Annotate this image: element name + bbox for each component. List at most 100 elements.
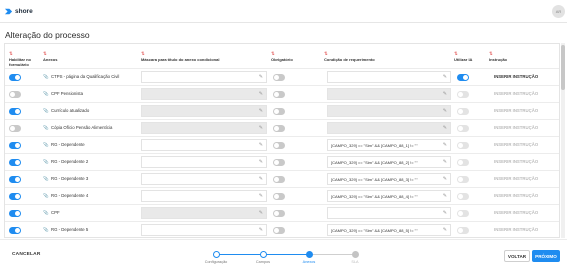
enable-toggle[interactable] <box>9 159 21 166</box>
insert-instruction-link[interactable]: INSERIR INSTRUÇÃO <box>494 74 538 79</box>
pencil-icon[interactable]: ✎ <box>259 193 263 200</box>
pencil-icon[interactable]: ✎ <box>443 193 447 200</box>
mask-input[interactable]: ✎ <box>141 71 267 83</box>
mask-input[interactable]: ✎ <box>141 139 267 151</box>
pencil-icon[interactable]: ✎ <box>443 108 447 115</box>
pencil-icon[interactable]: ✎ <box>259 142 263 149</box>
mask-input[interactable]: ✎ <box>141 224 267 236</box>
scrollbar-thumb[interactable] <box>561 45 565 90</box>
ai-toggle[interactable] <box>457 193 469 200</box>
enable-toggle[interactable] <box>9 227 21 234</box>
insert-instruction-link[interactable]: INSERIR INSTRUÇÃO <box>494 210 538 215</box>
enable-toggle[interactable] <box>9 74 21 81</box>
ai-toggle[interactable] <box>457 91 469 98</box>
step-dot[interactable] <box>260 251 267 258</box>
sort-icon[interactable]: ⇅ <box>141 51 261 56</box>
ai-toggle[interactable] <box>457 227 469 234</box>
step-dot[interactable] <box>352 251 359 258</box>
required-toggle[interactable] <box>273 159 285 166</box>
pencil-icon[interactable]: ✎ <box>259 227 263 234</box>
sort-icon[interactable]: ⇅ <box>9 51 39 56</box>
brand-logo[interactable]: shore <box>4 7 33 16</box>
enable-toggle[interactable] <box>9 91 21 98</box>
next-button[interactable]: PRÓXIMO <box>532 250 560 262</box>
pencil-icon[interactable]: ✎ <box>443 227 447 234</box>
sort-icon[interactable]: ⇅ <box>43 51 133 56</box>
mask-input[interactable]: ✎ <box>141 190 267 202</box>
required-toggle[interactable] <box>273 125 285 132</box>
insert-instruction-link[interactable]: INSERIR INSTRUÇÃO <box>494 108 538 113</box>
pencil-icon[interactable]: ✎ <box>259 91 263 98</box>
sort-icon[interactable]: ⇅ <box>454 51 484 56</box>
attachment-name: RG - Dependente <box>51 142 85 147</box>
condition-input[interactable]: [CAMPO_329] == "Sim" && [CAMPO_88_1] != … <box>327 139 451 151</box>
insert-instruction-link[interactable]: INSERIR INSTRUÇÃO <box>494 91 538 96</box>
enable-toggle[interactable] <box>9 210 21 217</box>
condition-input[interactable]: [CAMPO_329] == "Sim" && [CAMPO_88_3] != … <box>327 173 451 185</box>
enable-toggle[interactable] <box>9 142 21 149</box>
sort-icon[interactable]: ⇅ <box>489 51 549 56</box>
required-toggle[interactable] <box>273 108 285 115</box>
enable-toggle[interactable] <box>9 108 21 115</box>
table-row: 📎 Currículo atualizado ✎ ✎ INSERIR INSTRUÇÃO <box>5 102 559 119</box>
insert-instruction-link[interactable]: INSERIR INSTRUÇÃO <box>494 142 538 147</box>
ai-toggle[interactable] <box>457 210 469 217</box>
enable-toggle[interactable] <box>9 125 21 132</box>
pencil-icon[interactable]: ✎ <box>443 210 447 217</box>
condition-value: [CAMPO_329] == "Sim" && [CAMPO_88_1] != … <box>331 143 418 148</box>
insert-instruction-link[interactable]: INSERIR INSTRUÇÃO <box>494 227 538 232</box>
mask-input[interactable]: ✎ <box>141 156 267 168</box>
avatar[interactable]: AR <box>552 5 565 18</box>
step-dot[interactable] <box>213 251 220 258</box>
back-button[interactable]: VOLTAR <box>504 250 530 262</box>
mask-input[interactable]: ✎ <box>141 173 267 185</box>
ai-toggle[interactable] <box>457 74 469 81</box>
table-scrollbar[interactable] <box>561 43 565 238</box>
ai-toggle[interactable] <box>457 108 469 115</box>
enable-toggle[interactable] <box>9 193 21 200</box>
pencil-icon[interactable]: ✎ <box>443 142 447 149</box>
insert-instruction-link[interactable]: INSERIR INSTRUÇÃO <box>494 159 538 164</box>
step-dot[interactable] <box>306 251 313 258</box>
pencil-icon[interactable]: ✎ <box>259 159 263 166</box>
pencil-icon[interactable]: ✎ <box>259 108 263 115</box>
pencil-icon[interactable]: ✎ <box>443 74 447 81</box>
pencil-icon[interactable]: ✎ <box>443 91 447 98</box>
step-label: Configuração <box>204 260 228 264</box>
shore-logo-icon <box>4 8 13 15</box>
required-toggle[interactable] <box>273 176 285 183</box>
required-toggle[interactable] <box>273 91 285 98</box>
paperclip-icon: 📎 <box>43 125 49 130</box>
sort-icon[interactable]: ⇅ <box>324 51 444 56</box>
insert-instruction-link[interactable]: INSERIR INSTRUÇÃO <box>494 125 538 130</box>
condition-input[interactable]: [CAMPO_329] == "Sim" && [CAMPO_88_4] != … <box>327 190 451 202</box>
condition-input[interactable]: [CAMPO_329] == "Sim" && [CAMPO_88_2] != … <box>327 156 451 168</box>
table-row: 📎 RG - Dependente 5 ✎ [CAMPO_329] == "Sim" … <box>5 221 559 237</box>
step-label: Anexos <box>302 260 316 264</box>
attachment-name: CPF Pensionista <box>51 91 84 96</box>
sort-icon[interactable]: ⇅ <box>271 51 316 56</box>
ai-toggle[interactable] <box>457 142 469 149</box>
pencil-icon[interactable]: ✎ <box>259 210 263 217</box>
condition-input[interactable]: ✎ <box>327 207 451 219</box>
pencil-icon[interactable]: ✎ <box>443 176 447 183</box>
ai-toggle[interactable] <box>457 159 469 166</box>
required-toggle[interactable] <box>273 74 285 81</box>
required-toggle[interactable] <box>273 227 285 234</box>
pencil-icon[interactable]: ✎ <box>443 125 447 132</box>
pencil-icon[interactable]: ✎ <box>259 176 263 183</box>
condition-input[interactable]: ✎ <box>327 71 451 83</box>
pencil-icon[interactable]: ✎ <box>443 159 447 166</box>
required-toggle[interactable] <box>273 142 285 149</box>
insert-instruction-link[interactable]: INSERIR INSTRUÇÃO <box>494 176 538 181</box>
pencil-icon[interactable]: ✎ <box>259 125 263 132</box>
required-toggle[interactable] <box>273 210 285 217</box>
ai-toggle[interactable] <box>457 125 469 132</box>
cancel-button[interactable]: CANCELAR <box>12 252 41 257</box>
ai-toggle[interactable] <box>457 176 469 183</box>
insert-instruction-link[interactable]: INSERIR INSTRUÇÃO <box>494 193 538 198</box>
condition-input[interactable]: [CAMPO_329] == "Sim" && [CAMPO_88_5] != … <box>327 224 451 236</box>
enable-toggle[interactable] <box>9 176 21 183</box>
pencil-icon[interactable]: ✎ <box>259 74 263 81</box>
required-toggle[interactable] <box>273 193 285 200</box>
